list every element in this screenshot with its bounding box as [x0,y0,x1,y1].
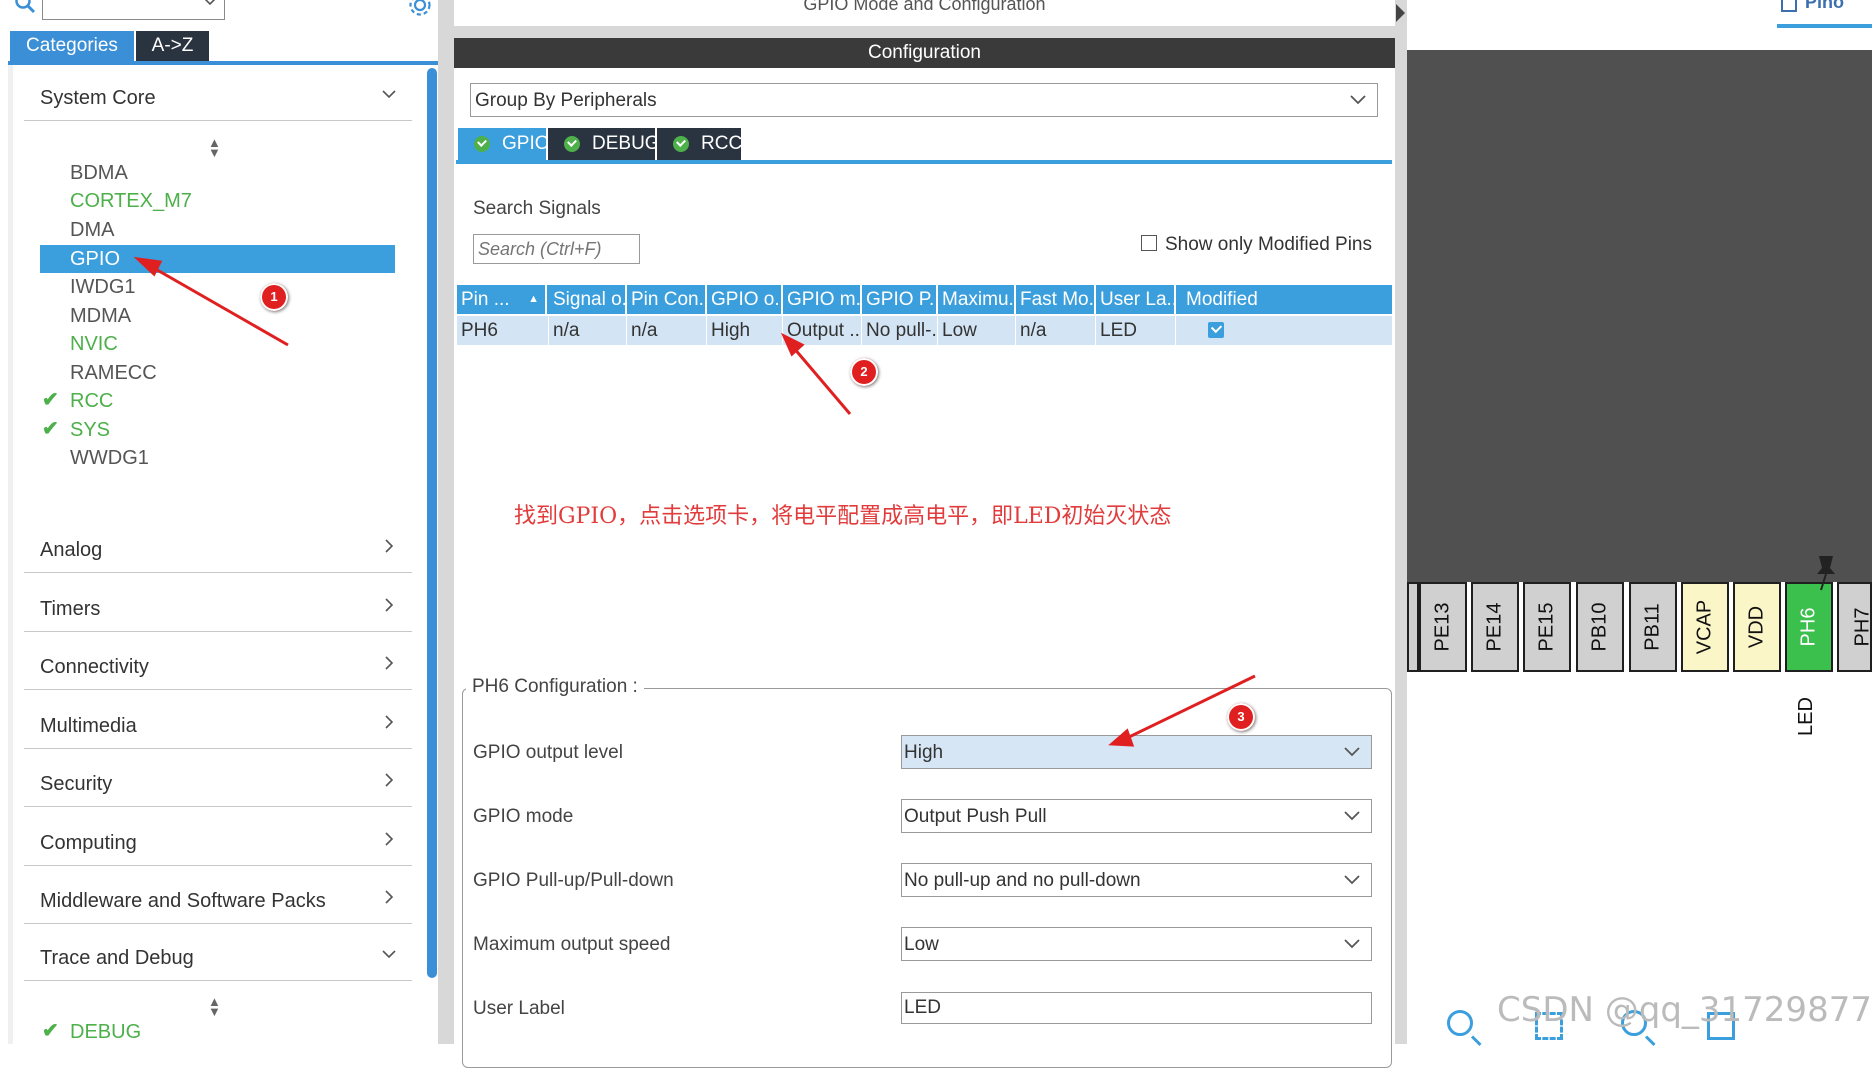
annotation-marker-2: 2 [850,358,878,386]
annotation-arrows [133,256,1256,747]
annotation-marker-3: 3 [1227,703,1255,731]
annotation-marker-1: 1 [260,283,288,311]
